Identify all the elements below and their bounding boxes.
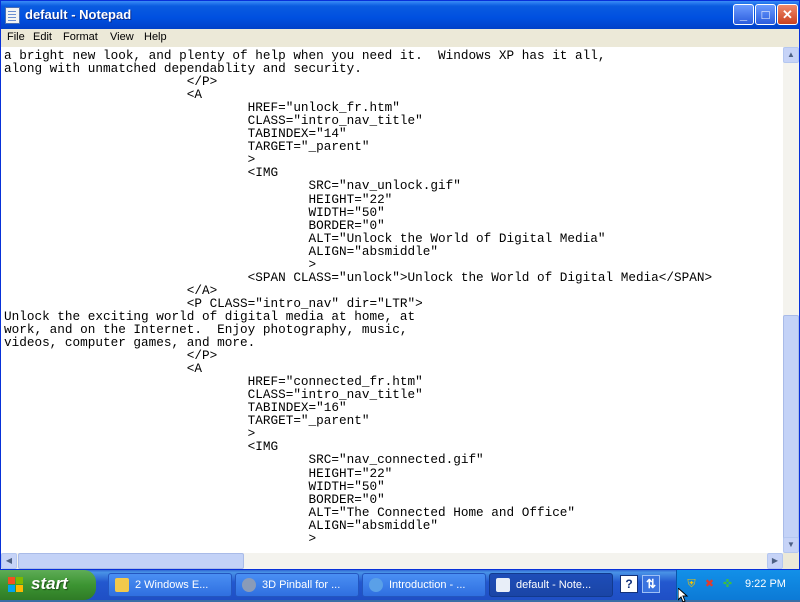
folder-icon — [115, 578, 129, 592]
title-bar[interactable]: default - Notepad _ □ ✕ — [1, 1, 799, 29]
scroll-right-button[interactable]: ▶ — [767, 553, 783, 569]
taskbar-item-pinball[interactable]: 3D Pinball for ... — [235, 573, 359, 597]
minimize-button[interactable]: _ — [733, 4, 754, 25]
horizontal-scroll-thumb[interactable] — [18, 553, 244, 569]
horizontal-scrollbar[interactable]: ◀ ▶ — [1, 553, 783, 569]
clock[interactable]: 9:22 PM — [745, 578, 786, 590]
vertical-scroll-thumb[interactable] — [783, 315, 799, 545]
menu-help[interactable]: Help — [144, 31, 167, 43]
text-editor[interactable]: a bright new look, and plenty of help wh… — [1, 47, 783, 553]
system-tray: ⛨ ✖ ✜ 9:22 PM — [676, 570, 800, 600]
menu-edit[interactable]: Edit — [33, 31, 52, 43]
menu-bar: File Edit Format View Help — [1, 29, 799, 47]
scroll-up-button[interactable]: ▲ — [783, 47, 799, 63]
scroll-left-button[interactable]: ◀ — [1, 553, 17, 569]
network-icon[interactable]: ✜ — [721, 578, 734, 591]
notepad-icon[interactable] — [5, 7, 20, 24]
taskbar-item-notepad[interactable]: default - Note... — [489, 573, 613, 597]
vertical-scrollbar[interactable]: ▲ ▼ — [783, 47, 799, 553]
notepad-window: default - Notepad _ □ ✕ File Edit Format… — [0, 0, 800, 570]
notepad-icon — [496, 578, 510, 592]
pinball-icon — [242, 578, 256, 592]
close-button[interactable]: ✕ — [777, 4, 798, 25]
editor-text[interactable]: a bright new look, and plenty of help wh… — [1, 47, 783, 545]
taskbar-item-windows-explorer[interactable]: 2 Windows E... — [108, 573, 232, 597]
window-title: default - Notepad — [25, 7, 132, 22]
alert-icon[interactable]: ✖ — [703, 578, 716, 591]
size-grip[interactable] — [783, 553, 799, 569]
maximize-button[interactable]: □ — [755, 4, 776, 25]
internet-explorer-icon — [369, 578, 383, 592]
start-button[interactable]: start — [0, 570, 96, 600]
help-icon[interactable]: ? — [620, 575, 638, 593]
menu-view[interactable]: View — [110, 31, 134, 43]
start-label: start — [31, 574, 68, 593]
windows-logo-icon — [8, 577, 24, 593]
scroll-down-button[interactable]: ▼ — [783, 537, 799, 553]
menu-file[interactable]: File — [7, 31, 25, 43]
menu-format[interactable]: Format — [63, 31, 98, 43]
taskbar-menu-icon[interactable]: ⇅ — [642, 575, 660, 593]
taskbar-item-internet-explorer[interactable]: Introduction - ... — [362, 573, 486, 597]
